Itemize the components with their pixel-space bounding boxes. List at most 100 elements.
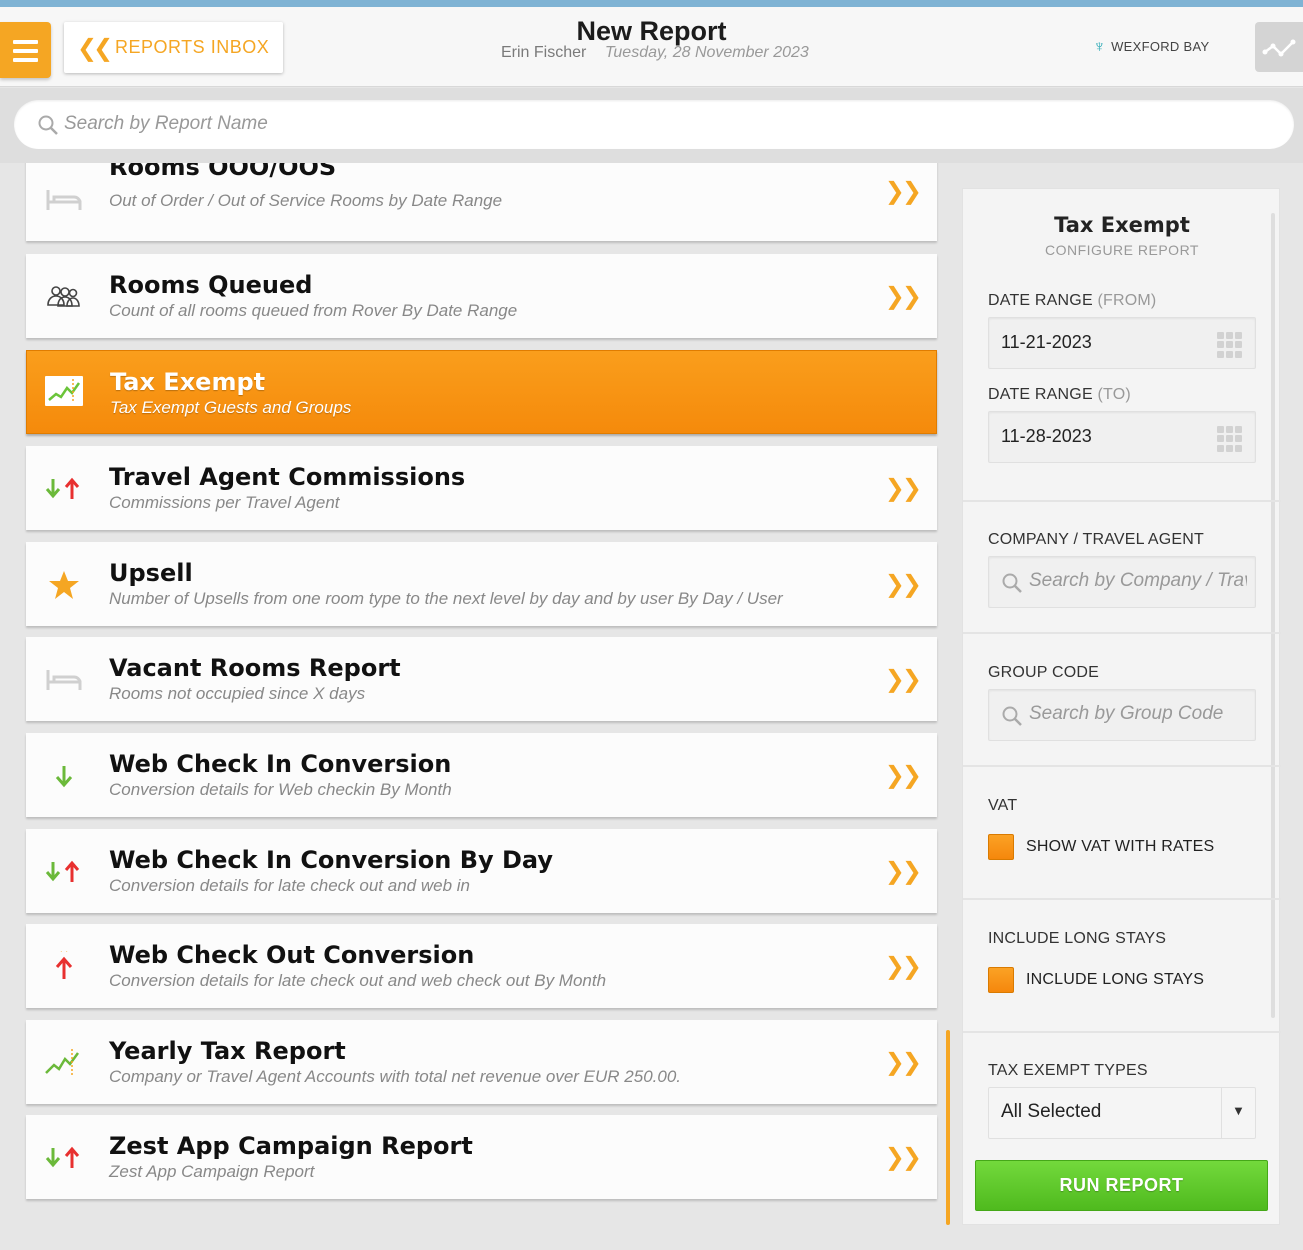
report-item-tax-exempt[interactable]: Tax Exempt Tax Exempt Guests and Groups <box>26 350 937 434</box>
tax-exempt-types-value: All Selected <box>1001 1101 1102 1122</box>
guests-icon <box>47 286 80 307</box>
report-item-rooms-ooo-oos[interactable]: Rooms OOO/OOS Out of Order / Out of Serv… <box>26 163 937 241</box>
divider <box>963 632 1281 634</box>
top-stripe <box>0 0 1303 7</box>
long-stays-checkbox[interactable] <box>988 967 1014 993</box>
report-item-vacant-rooms-report[interactable]: Vacant Rooms Report Rooms not occupied s… <box>26 637 937 721</box>
config-title: Tax Exempt <box>1054 213 1190 237</box>
double-chevron-right-icon: ❯❯ <box>884 282 922 310</box>
analytics-button[interactable] <box>1255 22 1303 72</box>
report-search-bar[interactable] <box>14 100 1294 149</box>
configure-report-panel: Tax Exempt CONFIGURE REPORT DATE RANGE (… <box>962 188 1281 1225</box>
list-scrollbar[interactable] <box>946 1030 950 1225</box>
group-code-label: GROUP CODE <box>988 664 1100 681</box>
report-name: Web Check In Conversion <box>109 750 452 778</box>
double-chevron-right-icon: ❯❯ <box>884 474 922 502</box>
report-name: Travel Agent Commissions <box>109 463 466 491</box>
business-date: Tuesday, 28 November 2023 <box>604 44 809 61</box>
vat-checkbox[interactable] <box>988 834 1014 860</box>
report-item-web-check-out-conversion[interactable]: Web Check Out Conversion Conversion deta… <box>26 924 937 1008</box>
report-description: Out of Order / Out of Service Rooms by D… <box>109 191 503 210</box>
report-description: Conversion details for late check out an… <box>109 876 470 895</box>
star-icon <box>49 571 79 599</box>
double-chevron-right-icon: ❯❯ <box>884 1048 922 1076</box>
page-subtitle: Erin Fischer Tuesday, 28 November 2023 <box>501 44 809 62</box>
double-chevron-right-icon: ❯❯ <box>884 177 922 205</box>
group-code-search-field[interactable]: Search by Group Code <box>988 689 1256 741</box>
divider <box>963 898 1281 900</box>
double-chevron-right-icon: ❯❯ <box>884 1143 922 1171</box>
bed-icon <box>46 190 82 210</box>
report-item-web-check-in-conversion[interactable]: Web Check In Conversion Conversion detai… <box>26 733 937 817</box>
search-bar-container <box>0 88 1303 163</box>
report-name: Tax Exempt <box>110 368 266 396</box>
arrows-up-down-icon <box>45 1146 80 1168</box>
app-header: ❮❮ REPORTS INBOX New Report Erin Fischer… <box>0 7 1303 87</box>
divider <box>963 1031 1281 1033</box>
report-item-zest-app-campaign-report[interactable]: Zest App Campaign Report Zest App Campai… <box>26 1115 937 1199</box>
report-item-web-check-in-conversion-by-day[interactable]: Web Check In Conversion By Day Conversio… <box>26 829 937 913</box>
report-name: Web Check Out Conversion <box>109 941 475 969</box>
user-name: Erin Fischer <box>501 44 587 61</box>
arrow-up-icon <box>55 951 73 979</box>
company-search-placeholder: Search by Company / Trav <box>1029 570 1247 591</box>
search-icon <box>38 115 58 135</box>
chart-icon <box>45 1049 80 1077</box>
report-name: Vacant Rooms Report <box>109 654 401 682</box>
company-search-field[interactable]: Search by Company / Trav <box>988 556 1256 608</box>
run-report-button[interactable]: RUN REPORT <box>975 1160 1268 1211</box>
bed-icon <box>46 670 82 690</box>
calendar-icon[interactable] <box>1217 332 1243 358</box>
report-item-yearly-tax-report[interactable]: Yearly Tax Report Company or Travel Agen… <box>26 1020 937 1104</box>
long-stays-option-label[interactable]: INCLUDE LONG STAYS <box>1026 971 1204 989</box>
long-stays-label: INCLUDE LONG STAYS <box>988 930 1167 947</box>
report-name: Web Check In Conversion By Day <box>109 846 554 874</box>
report-list: Rooms OOO/OOS Out of Order / Out of Serv… <box>0 163 960 1250</box>
arrow-down-icon <box>55 766 73 788</box>
report-item-upsell[interactable]: Upsell Number of Upsells from one room t… <box>26 542 937 626</box>
report-description: Conversion details for Web checkin By Mo… <box>109 780 452 799</box>
chart-icon <box>45 376 83 406</box>
palm-tree-icon: ♆ <box>1093 37 1107 56</box>
double-chevron-right-icon: ❯❯ <box>884 761 922 789</box>
report-item-rooms-queued[interactable]: Rooms Queued Count of all rooms queued f… <box>26 254 937 338</box>
config-subtitle: CONFIGURE REPORT <box>1045 242 1199 258</box>
calendar-icon[interactable] <box>1217 426 1243 452</box>
report-name: Yearly Tax Report <box>109 1037 346 1065</box>
graph-line-icon <box>1262 39 1296 57</box>
double-chevron-right-icon: ❯❯ <box>884 665 922 693</box>
date-from-field[interactable]: 11-21-2023 <box>988 317 1256 369</box>
hotel-selector[interactable]: ♆ WEXFORD BAY <box>1093 37 1209 57</box>
hotel-name: WEXFORD BAY <box>1111 39 1210 54</box>
report-description: Tax Exempt Guests and Groups <box>110 398 352 417</box>
vat-option-label[interactable]: SHOW VAT WITH RATES <box>1026 838 1214 856</box>
tax-exempt-types-select[interactable]: All Selected ▼ <box>988 1087 1256 1139</box>
group-code-placeholder: Search by Group Code <box>1029 703 1224 724</box>
report-name: Rooms Queued <box>109 271 313 299</box>
report-name: Upsell <box>109 559 193 587</box>
double-chevron-right-icon: ❯❯ <box>884 952 922 980</box>
vat-label: VAT <box>988 797 1018 814</box>
tax-exempt-types-label: TAX EXEMPT TYPES <box>988 1062 1148 1079</box>
report-item-travel-agent-commissions[interactable]: Travel Agent Commissions Commissions per… <box>26 446 937 530</box>
report-description: Zest App Campaign Report <box>109 1162 315 1181</box>
search-icon <box>1002 706 1022 726</box>
double-chevron-right-icon: ❯❯ <box>884 857 922 885</box>
report-description: Count of all rooms queued from Rover By … <box>109 301 518 320</box>
date-to-field[interactable]: 11-28-2023 <box>988 411 1256 463</box>
divider <box>963 765 1281 767</box>
report-description: Company or Travel Agent Accounts with to… <box>109 1067 681 1086</box>
report-name: Rooms OOO/OOS <box>109 163 337 181</box>
report-description: Conversion details for late check out an… <box>109 971 607 990</box>
caret-down-icon: ▼ <box>1221 1088 1255 1138</box>
double-chevron-right-icon: ❯❯ <box>884 570 922 598</box>
arrows-up-down-icon <box>45 860 80 882</box>
date-to-value: 11-28-2023 <box>1001 426 1092 446</box>
date-to-label: DATE RANGE (TO) <box>988 386 1131 403</box>
report-search-input[interactable] <box>64 108 1264 140</box>
search-icon <box>1002 573 1022 593</box>
report-description: Number of Upsells from one room type to … <box>109 589 783 608</box>
report-description: Commissions per Travel Agent <box>109 493 340 512</box>
report-description: Rooms not occupied since X days <box>109 684 366 703</box>
divider <box>963 500 1281 502</box>
